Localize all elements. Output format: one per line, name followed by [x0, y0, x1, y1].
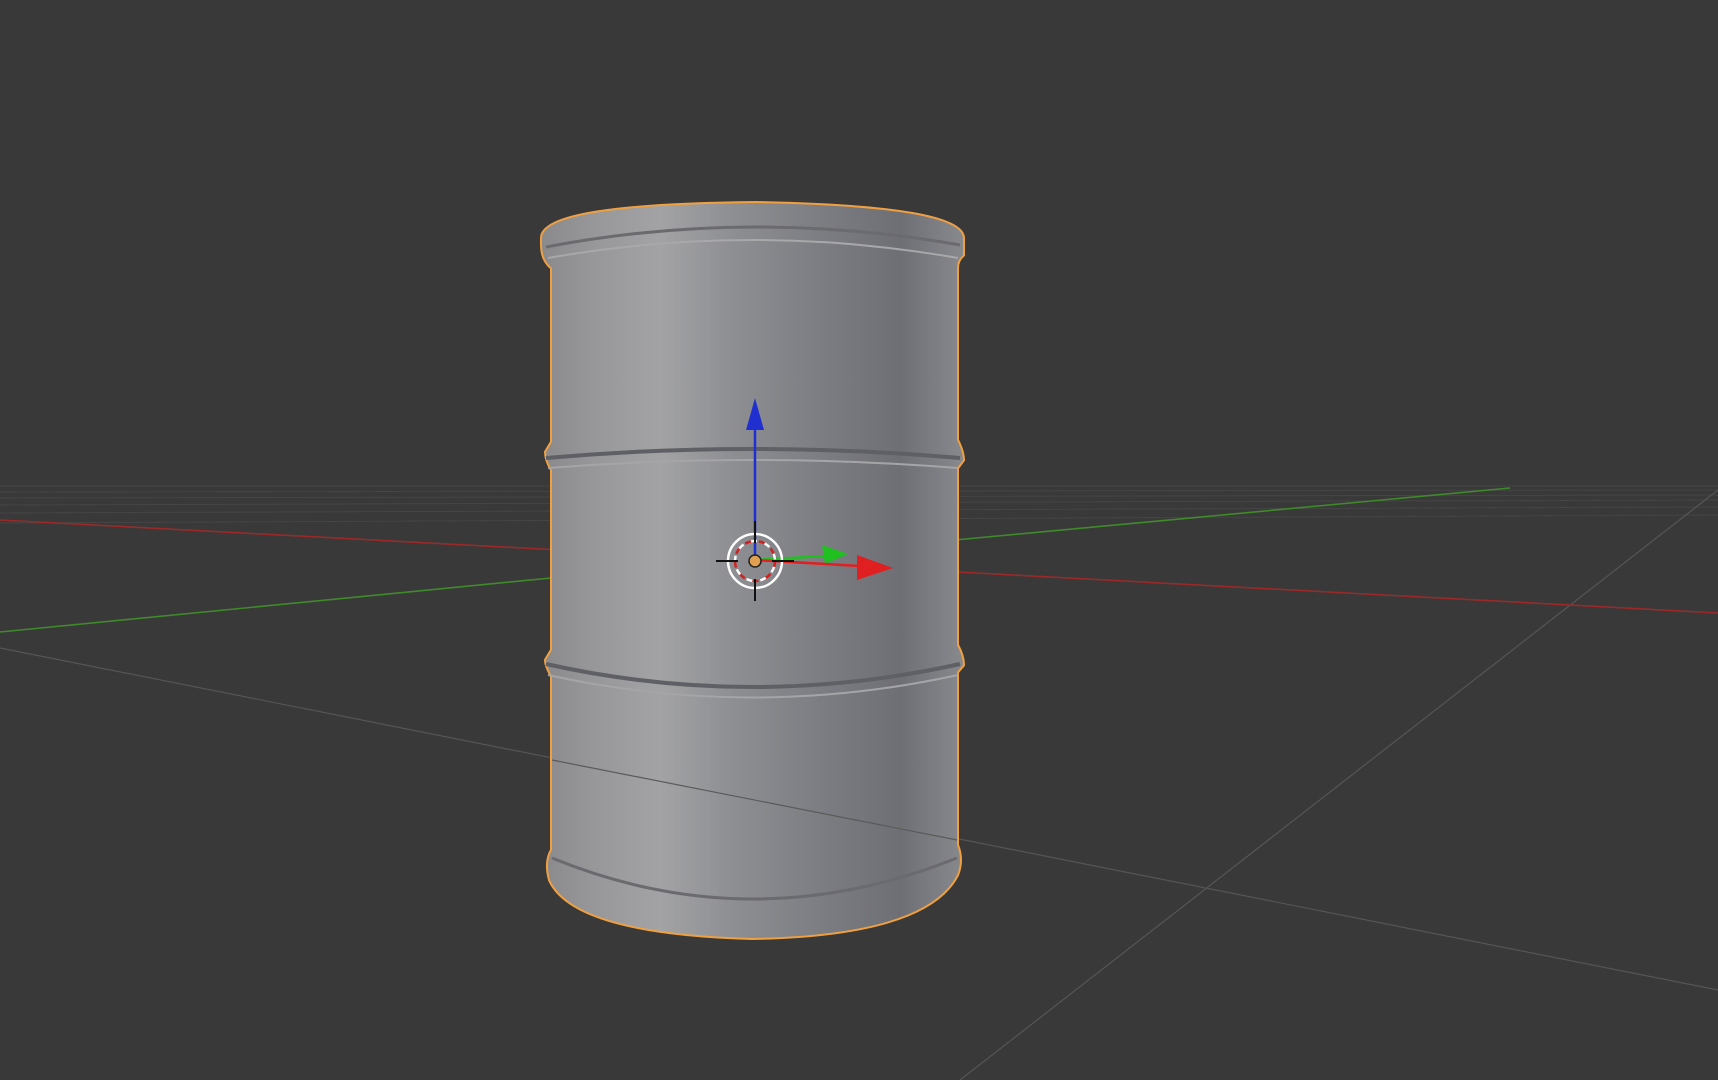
viewport-scene[interactable]	[0, 0, 1718, 1080]
3d-viewport[interactable]	[0, 0, 1718, 1080]
barrel-object[interactable]	[540, 200, 966, 941]
object-origin-icon	[748, 554, 762, 568]
barrel-body	[542, 203, 963, 938]
